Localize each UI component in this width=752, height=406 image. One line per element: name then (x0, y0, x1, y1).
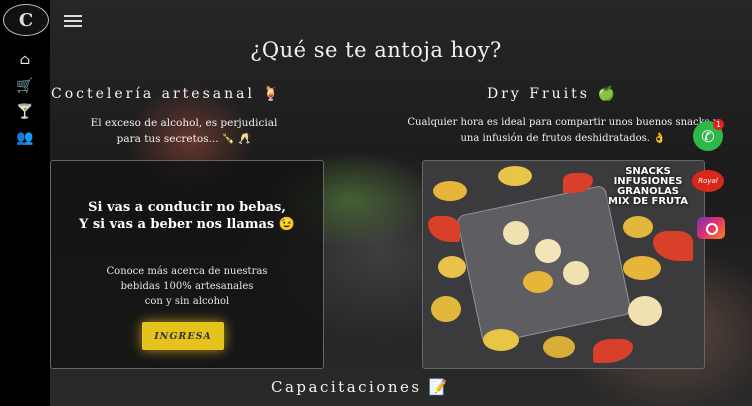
overlay-line4: MIX DE FRUTA (608, 196, 688, 207)
pineapple-slice (623, 256, 661, 280)
cocteleria-desc-line1: El exceso de alcohol, es perjudicial (90, 117, 278, 129)
cocteleria-card[interactable]: Si vas a conducir no bebas, Y si vas a b… (50, 160, 324, 369)
watermelon-slice (428, 216, 460, 242)
apple-slice (628, 296, 662, 326)
watermelon-slice (653, 231, 693, 261)
page-title: ¿Qué se te antoja hoy? (250, 38, 502, 62)
apple-slice (563, 261, 589, 285)
group-icon[interactable]: 👥 (14, 130, 36, 146)
ingresa-button[interactable]: INGRESA (142, 322, 224, 350)
apple-slice (535, 239, 561, 263)
pineapple-slice (483, 329, 519, 351)
cocteleria-title-text: Coctelería artesanal (51, 86, 255, 102)
pineapple-slice (438, 256, 466, 278)
apple-slice (503, 221, 529, 245)
logo-letter: C (18, 9, 34, 31)
pineapple-slice (498, 166, 532, 186)
cocktail-emoji-icon: 🍹 (262, 86, 283, 102)
capacitaciones-title[interactable]: Capacitaciones 📝 (271, 378, 450, 396)
dry-fruits-card[interactable]: SNACKS INFUSIONES GRANOLAS MIX DE FRUTA (422, 160, 705, 369)
memo-emoji-icon: 📝 (428, 378, 451, 396)
cocktail-icon[interactable]: 🍸 (14, 104, 36, 120)
dry-fruits-desc-line1: Cualquier hora es ideal para compartir u… (407, 117, 719, 128)
card-heading: Si vas a conducir no bebas, Y si vas a b… (51, 199, 323, 233)
snack-bag-image (455, 184, 633, 346)
dry-fruits-title-text: Dry Fruits (487, 86, 590, 102)
pineapple-slice (543, 336, 575, 358)
cart-icon[interactable]: 🛒 (14, 78, 36, 94)
card-text-line1: Conoce más acerca de nuestras (106, 266, 268, 277)
card-text-line3: con y sin alcohol (144, 296, 230, 307)
apple-emoji-icon: 🍏 (597, 86, 618, 102)
pineapple-slice (431, 296, 461, 322)
card-text-line2: bebidas 100% artesanales (120, 281, 254, 292)
card-heading-line2: Y si vas a beber nos llamas 😉 (79, 217, 295, 232)
whatsapp-notification-badge: 1 (713, 119, 724, 130)
brand-badge[interactable]: Royal (692, 170, 724, 192)
card-text: Conoce más acerca de nuestras bebidas 10… (51, 264, 323, 309)
watermelon-slice (593, 339, 633, 363)
capacitaciones-title-text: Capacitaciones (271, 378, 422, 396)
pineapple-slice (523, 271, 553, 293)
pineapple-slice (433, 181, 467, 201)
snacks-overlay-text: SNACKS INFUSIONES GRANOLAS MIX DE FRUTA (598, 167, 698, 207)
dry-fruits-description: Cualquier hora es ideal para compartir u… (378, 115, 748, 147)
brand-logo[interactable]: C (3, 4, 49, 36)
menu-toggle-icon[interactable] (64, 15, 82, 29)
cocteleria-description: El exceso de alcohol, es perjudicial par… (64, 115, 304, 147)
dry-fruits-title[interactable]: Dry Fruits 🍏 (487, 86, 618, 102)
cocteleria-title[interactable]: Coctelería artesanal 🍹 (51, 86, 283, 102)
instagram-icon[interactable] (697, 217, 725, 239)
pineapple-slice (623, 216, 653, 238)
card-heading-line1: Si vas a conducir no bebas, (88, 200, 286, 215)
cocteleria-desc-line2: para tus secretos... 🍾 🥂 (116, 133, 252, 145)
